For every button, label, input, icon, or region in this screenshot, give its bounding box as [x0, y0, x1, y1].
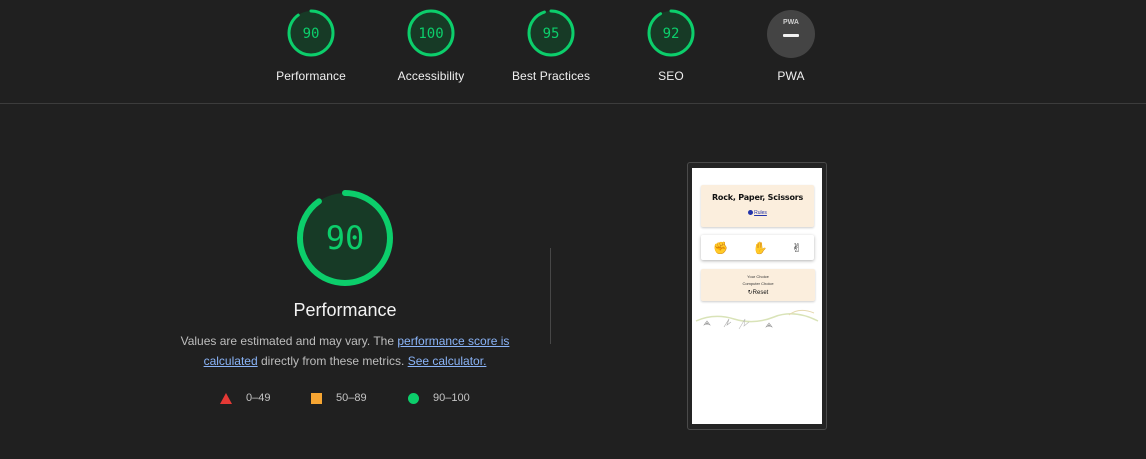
screenshot-result-card: Your Choice Computer Choice ↻Reset [701, 269, 815, 301]
gauge-pwa[interactable]: PWA PWA [741, 8, 841, 83]
screenshot-header-card: Rock, Paper, Scissors Rules [701, 185, 814, 227]
dot-icon [748, 210, 754, 216]
gauge-label: Accessibility [397, 69, 465, 83]
rock-hand-icon: ✊ [713, 240, 729, 255]
gauge-best-practices[interactable]: 95 Best Practices [501, 8, 601, 83]
final-screenshot-frame[interactable]: Rock, Paper, Scissors Rules ✊ ✋ ✌ Your C… [687, 162, 827, 430]
gauge-label: SEO [658, 69, 684, 83]
vertical-divider [550, 248, 551, 344]
screenshot-computer-choice: Computer Choice [742, 281, 774, 286]
screenshot-choices-card: ✊ ✋ ✌ [701, 235, 814, 260]
screenshot-rules-link: Rules [701, 210, 814, 216]
legend-range: 50–89 [336, 392, 367, 404]
gauge-label: Performance [276, 69, 346, 83]
screenshot-reset: ↻Reset [747, 290, 769, 296]
gauge-seo[interactable]: 92 SEO [621, 8, 721, 83]
gauge-score: 95 [543, 26, 560, 42]
screenshot-rules-text: Rules [754, 210, 767, 216]
performance-title: Performance [293, 300, 397, 320]
legend-pass: 90–100 [408, 392, 470, 404]
scissors-hand-icon: ✌ [791, 240, 802, 255]
screenshot-title: Rock, Paper, Scissors [711, 193, 804, 202]
final-screenshot: Rock, Paper, Scissors Rules ✊ ✋ ✌ Your C… [692, 168, 822, 424]
score-ring-icon: 92 [647, 9, 695, 57]
dash-icon [783, 34, 799, 37]
circle-icon [408, 392, 419, 404]
gauge-score: 100 [418, 26, 443, 42]
description-text-2: directly from these metrics. [257, 354, 408, 368]
screenshot-your-choice: Your Choice [747, 274, 769, 279]
doodle-decoration-icon [695, 309, 819, 330]
score-ring-icon: 90 [297, 190, 393, 286]
performance-description: Values are estimated and may vary. The p… [170, 331, 520, 371]
pwa-badge-text: PWA [783, 19, 799, 26]
legend-range: 90–100 [433, 392, 470, 404]
main-score: 90 [326, 219, 365, 257]
gauge-label: PWA [777, 69, 805, 83]
score-ring-icon: 100 [407, 9, 455, 57]
score-ring-icon: 95 [527, 9, 575, 57]
legend-average: 50–89 [311, 392, 367, 404]
paper-hand-icon: ✋ [752, 240, 768, 255]
gauge-performance[interactable]: 90 Performance [261, 8, 361, 83]
screenshot-reset-text: Reset [752, 290, 769, 296]
triangle-icon [220, 392, 232, 404]
description-text: Values are estimated and may vary. The [180, 334, 398, 348]
gauge-label: Best Practices [511, 69, 591, 83]
gauge-score: 90 [303, 26, 320, 42]
score-ring-icon: 90 [287, 9, 335, 57]
performance-main-gauge: 90 [295, 188, 395, 288]
gauge-score: 92 [663, 26, 680, 42]
gauge-accessibility[interactable]: 100 Accessibility [381, 8, 481, 83]
square-icon [311, 392, 322, 404]
pwa-badge-icon: PWA [767, 10, 815, 58]
category-scores-bar: 90 Performance 100 Accessibility 95 Best… [0, 0, 1146, 104]
see-calculator-link[interactable]: See calculator. [408, 354, 487, 368]
legend-fail: 0–49 [220, 392, 270, 404]
legend-range: 0–49 [246, 392, 271, 404]
